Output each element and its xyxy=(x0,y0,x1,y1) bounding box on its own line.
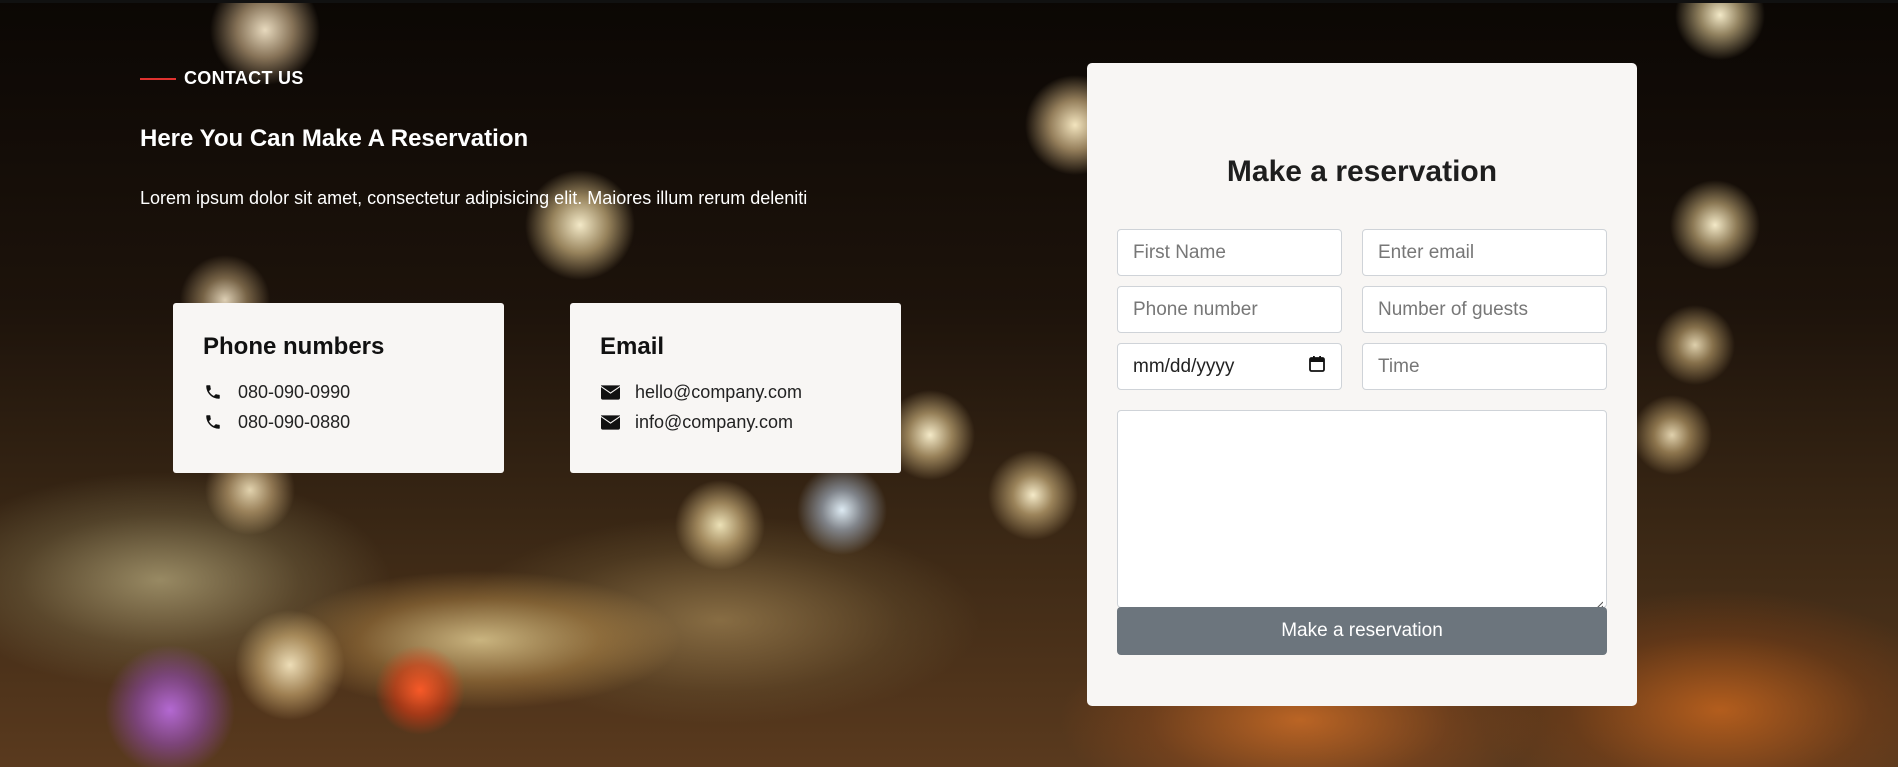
phone-number[interactable]: 080-090-0880 xyxy=(238,412,350,433)
phone-icon xyxy=(203,382,223,402)
date-input[interactable]: mm/dd/yyyy xyxy=(1117,343,1342,390)
make-reservation-button[interactable]: Make a reservation xyxy=(1117,607,1607,655)
top-divider xyxy=(0,0,1898,3)
email-placeholder: Enter email xyxy=(1378,241,1475,263)
form-title: Make a reservation xyxy=(1226,155,1498,188)
phone-number[interactable]: 080-090-0990 xyxy=(238,382,350,403)
email-card: Email hello@company.com info@company.com xyxy=(570,303,901,473)
section-label: CONTACT US xyxy=(140,68,304,89)
phone-icon xyxy=(203,412,223,432)
calendar-icon[interactable] xyxy=(1308,355,1326,379)
phone-input[interactable]: Phone number xyxy=(1117,286,1342,333)
accent-line xyxy=(140,77,176,80)
envelope-icon xyxy=(600,412,620,432)
contact-section: CONTACT US Here You Can Make A Reservati… xyxy=(0,0,1898,767)
email-row: info@company.com xyxy=(600,407,871,437)
email-row: hello@company.com xyxy=(600,377,871,407)
section-lead: Lorem ipsum dolor sit amet, consectetur … xyxy=(140,188,808,208)
section-heading: Here You Can Make A Reservation xyxy=(140,125,529,152)
first-name-input[interactable]: First Name xyxy=(1117,229,1342,276)
phone-row: 080-090-0990 xyxy=(203,377,474,407)
resize-grip-icon[interactable] xyxy=(1593,594,1604,611)
phone-row: 080-090-0880 xyxy=(203,407,474,437)
time-input[interactable]: Time xyxy=(1362,343,1607,390)
guests-placeholder: Number of guests xyxy=(1378,298,1528,320)
time-placeholder: Time xyxy=(1378,355,1420,377)
message-textarea[interactable] xyxy=(1117,410,1607,611)
envelope-icon xyxy=(600,382,620,402)
phone-card-title: Phone numbers xyxy=(203,333,385,360)
guests-input[interactable]: Number of guests xyxy=(1362,286,1607,333)
phone-placeholder: Phone number xyxy=(1133,298,1258,320)
email-input[interactable]: Enter email xyxy=(1362,229,1607,276)
section-label-text: CONTACT US xyxy=(184,68,304,88)
reservation-form: Make a reservation First Name Enter emai… xyxy=(1087,63,1637,706)
first-name-placeholder: First Name xyxy=(1133,241,1226,263)
email-address[interactable]: hello@company.com xyxy=(635,382,802,403)
phone-numbers-card: Phone numbers 080-090-0990 080-090-0880 xyxy=(173,303,504,473)
email-address[interactable]: info@company.com xyxy=(635,412,793,433)
date-value: mm/dd/yyyy xyxy=(1133,355,1235,377)
email-card-title: Email xyxy=(600,333,665,360)
